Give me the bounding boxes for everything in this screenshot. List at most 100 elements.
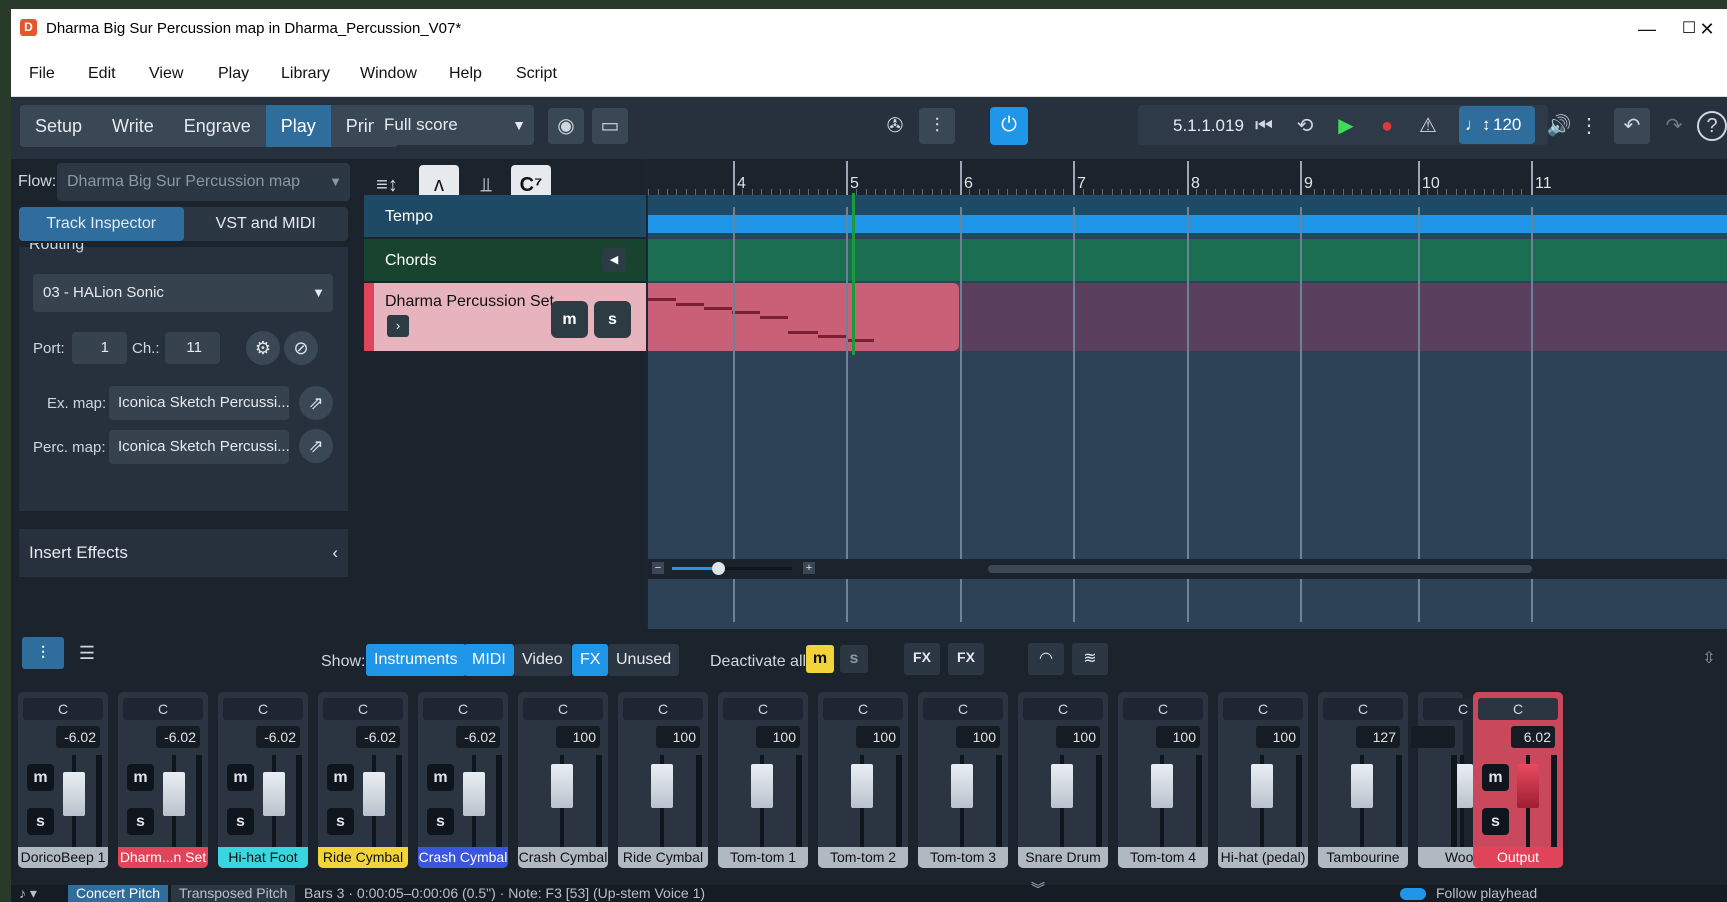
midi-note[interactable]	[818, 335, 846, 338]
horizontal-scrollbar[interactable]	[988, 565, 1532, 573]
pan-control[interactable]: C	[1023, 698, 1103, 720]
volume-value[interactable]: -6.02	[356, 726, 400, 748]
tab-write[interactable]: Write	[97, 105, 169, 147]
volume-fader[interactable]	[1151, 764, 1173, 808]
solo-button[interactable]: s	[594, 301, 631, 338]
pan-control[interactable]: C	[23, 698, 103, 720]
device-select[interactable]: 03 - HALion Sonic ▼	[33, 274, 333, 312]
midi-region[interactable]	[648, 283, 959, 351]
remove-fx-button[interactable]: FX	[948, 643, 984, 675]
volume-value[interactable]: 127	[1356, 726, 1400, 748]
chevron-down-icon[interactable]: ︾	[1031, 879, 1045, 899]
midi-note[interactable]	[704, 307, 732, 310]
eye-icon[interactable]: ◉	[548, 108, 584, 144]
pan-control[interactable]: C	[1223, 698, 1303, 720]
menu-play[interactable]: Play	[218, 65, 249, 83]
zoom-out-icon[interactable]: −	[652, 562, 664, 574]
external-link-icon[interactable]: ⇗	[299, 386, 333, 420]
pan-control[interactable]: C	[423, 698, 503, 720]
menu-window[interactable]: Window	[360, 65, 417, 83]
output-fader[interactable]	[1517, 764, 1539, 808]
mixer-icon[interactable]: ⫶	[919, 108, 955, 144]
tab-vst-and-midi[interactable]: VST and MIDI	[184, 207, 349, 241]
midi-note[interactable]	[648, 298, 676, 301]
volume-fader[interactable]	[551, 764, 573, 808]
mute-button[interactable]: m	[127, 764, 154, 791]
routing-section-header[interactable]: Routing	[29, 243, 84, 255]
tab-setup[interactable]: Setup	[20, 105, 97, 147]
volume-fader[interactable]	[63, 772, 85, 816]
filter-instruments[interactable]: Instruments	[366, 644, 466, 676]
volume-value[interactable]: 100	[1256, 726, 1300, 748]
mute-button[interactable]: m	[27, 764, 54, 791]
volume-icon[interactable]: 🔊	[1541, 108, 1577, 144]
window-icon[interactable]: ▭	[592, 108, 628, 144]
tab-play[interactable]: Play	[265, 105, 331, 147]
mute-button[interactable]: m	[551, 301, 588, 338]
playhead[interactable]	[852, 193, 855, 355]
faders-icon[interactable]: ⫶	[22, 637, 64, 669]
chords-track-header[interactable]: Chords ◀	[364, 239, 646, 281]
midi-note[interactable]	[788, 331, 818, 334]
close-button[interactable]: ✕	[1685, 15, 1727, 43]
menu-file[interactable]: File	[29, 65, 55, 83]
mute-button[interactable]: m	[227, 764, 254, 791]
add-fx-button[interactable]: FX	[904, 643, 940, 675]
menu-script[interactable]: Script	[516, 65, 557, 83]
video-reel-icon[interactable]: ✇	[877, 108, 913, 144]
volume-value[interactable]: 100	[956, 726, 1000, 748]
deactivate-mute-button[interactable]: m	[806, 645, 834, 673]
output-pan[interactable]: C	[1478, 698, 1558, 720]
pan-control[interactable]: C	[623, 698, 703, 720]
volume-fader[interactable]	[263, 772, 285, 816]
volume-value[interactable]: -6.02	[56, 726, 100, 748]
redo-icon[interactable]: ↷	[1656, 108, 1692, 144]
instrument-track-header[interactable]: Dharma Percussion Set › m s	[364, 283, 646, 351]
menu-view[interactable]: View	[149, 65, 183, 83]
record-icon[interactable]: ●	[1369, 108, 1405, 144]
note-value-icon[interactable]: ♪ ▾	[19, 885, 37, 902]
output-volume[interactable]: 6.02	[1511, 726, 1555, 748]
filter-unused[interactable]: Unused	[608, 644, 680, 676]
volume-fader[interactable]	[1251, 764, 1273, 808]
resize-icon[interactable]: ⇳	[1696, 643, 1722, 675]
flow-select[interactable]: Dharma Big Sur Percussion map ▼	[57, 163, 350, 201]
volume-fader[interactable]	[1351, 764, 1373, 808]
volume-value[interactable]: 100	[1156, 726, 1200, 748]
volume-value[interactable]: 100	[556, 726, 600, 748]
deactivate-icon[interactable]: ⊘	[284, 331, 318, 365]
midi-note[interactable]	[846, 339, 874, 342]
gear-icon[interactable]: ⚙	[246, 331, 280, 365]
volume-fader[interactable]	[363, 772, 385, 816]
zoom-slider-handle[interactable]	[712, 562, 725, 575]
minimize-button[interactable]: —	[1627, 15, 1667, 43]
mute-button[interactable]: m	[1482, 764, 1509, 791]
volume-fader[interactable]	[1051, 764, 1073, 808]
volume-value[interactable]: 100	[756, 726, 800, 748]
mute-button[interactable]: m	[327, 764, 354, 791]
pan-control[interactable]: C	[923, 698, 1003, 720]
follow-playhead-switch[interactable]	[1400, 888, 1426, 900]
volume-fader[interactable]	[651, 764, 673, 808]
pan-control[interactable]: C	[1123, 698, 1203, 720]
expand-icon[interactable]: ›	[387, 315, 409, 337]
midi-note[interactable]	[676, 303, 704, 306]
menu-library[interactable]: Library	[281, 65, 330, 83]
solo-button[interactable]: s	[327, 808, 354, 835]
port-input[interactable]: 1	[72, 332, 127, 364]
rewind-to-start-icon[interactable]: ⏮	[1246, 108, 1282, 144]
filter-video[interactable]: Video	[514, 644, 571, 676]
volume-value[interactable]: -6.02	[456, 726, 500, 748]
reverb-icon[interactable]: ≋	[1072, 643, 1108, 675]
tab-track-inspector[interactable]: Track Inspector	[19, 207, 184, 241]
solo-button[interactable]: s	[1482, 808, 1509, 835]
pan-control[interactable]: C	[123, 698, 203, 720]
deactivate-solo-button[interactable]: s	[840, 645, 868, 673]
pan-control[interactable]: C	[223, 698, 303, 720]
volume-value[interactable]: -6.02	[156, 726, 200, 748]
concert-pitch-toggle[interactable]: Concert Pitch	[68, 885, 169, 902]
volume-value[interactable]: 100	[856, 726, 900, 748]
help-icon[interactable]: ?	[1697, 111, 1727, 141]
volume-value[interactable]: 100	[656, 726, 700, 748]
filter-midi[interactable]: MIDI	[464, 644, 514, 676]
